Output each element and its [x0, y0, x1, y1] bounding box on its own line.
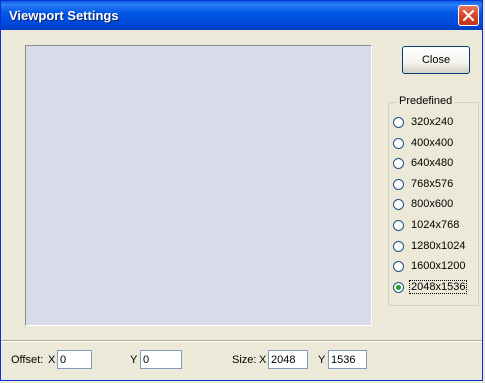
radio-button-icon[interactable] — [393, 116, 404, 128]
size-y-label: Y — [318, 354, 326, 366]
radio-option-label: 400x400 — [411, 137, 454, 149]
radio-button-icon[interactable] — [393, 260, 404, 272]
radio-option-label: 800x600 — [411, 198, 454, 210]
offset-label: Offset: — [11, 354, 44, 366]
size-label: Size: — [232, 354, 257, 366]
radio-option-1024x768[interactable]: 1024x768 — [393, 216, 460, 234]
radio-option-640x480[interactable]: 640x480 — [393, 154, 454, 172]
radio-option-1280x1024[interactable]: 1280x1024 — [393, 237, 466, 255]
radio-button-icon[interactable] — [393, 281, 404, 293]
radio-button-icon[interactable] — [393, 178, 404, 190]
radio-option-label: 1024x768 — [411, 219, 460, 231]
radio-option-768x576[interactable]: 768x576 — [393, 175, 454, 193]
radio-option-label: 768x576 — [411, 178, 454, 190]
title-bar[interactable]: Viewport Settings — [1, 1, 482, 30]
radio-option-label: 1600x1200 — [411, 260, 466, 272]
radio-option-2048x1536[interactable]: 2048x1536 — [393, 278, 468, 296]
radio-button-icon[interactable] — [393, 137, 404, 149]
radio-button-icon[interactable] — [393, 157, 404, 169]
radio-option-320x240[interactable]: 320x240 — [393, 113, 454, 131]
viewport-preview[interactable] — [25, 45, 372, 326]
radio-option-label: 640x480 — [411, 157, 454, 169]
radio-button-icon[interactable] — [393, 240, 404, 252]
close-button[interactable]: Close — [402, 46, 470, 74]
offset-x-label: X — [48, 354, 56, 366]
radio-option-label: 2048x1536 — [408, 280, 468, 294]
size-x-input[interactable] — [268, 350, 308, 369]
size-x-label: X — [259, 354, 267, 366]
radio-option-1600x1200[interactable]: 1600x1200 — [393, 257, 466, 275]
radio-button-icon[interactable] — [393, 219, 404, 231]
viewport-settings-dialog: Viewport Settings Close Predefined 320x2… — [0, 0, 483, 381]
radio-option-label: 320x240 — [411, 116, 454, 128]
window-title: Viewport Settings — [9, 8, 119, 23]
radio-button-icon[interactable] — [393, 198, 404, 210]
radio-option-800x600[interactable]: 800x600 — [393, 195, 454, 213]
size-y-input[interactable] — [328, 350, 367, 369]
offset-y-label: Y — [130, 354, 138, 366]
radio-option-label: 1280x1024 — [411, 240, 466, 252]
offset-y-input[interactable] — [140, 350, 182, 369]
close-icon — [463, 10, 474, 21]
offset-x-input[interactable] — [57, 350, 92, 369]
radio-option-400x400[interactable]: 400x400 — [393, 134, 454, 152]
predefined-group-label: Predefined — [397, 95, 455, 107]
window-close-button[interactable] — [458, 5, 479, 26]
separator — [1, 340, 482, 342]
